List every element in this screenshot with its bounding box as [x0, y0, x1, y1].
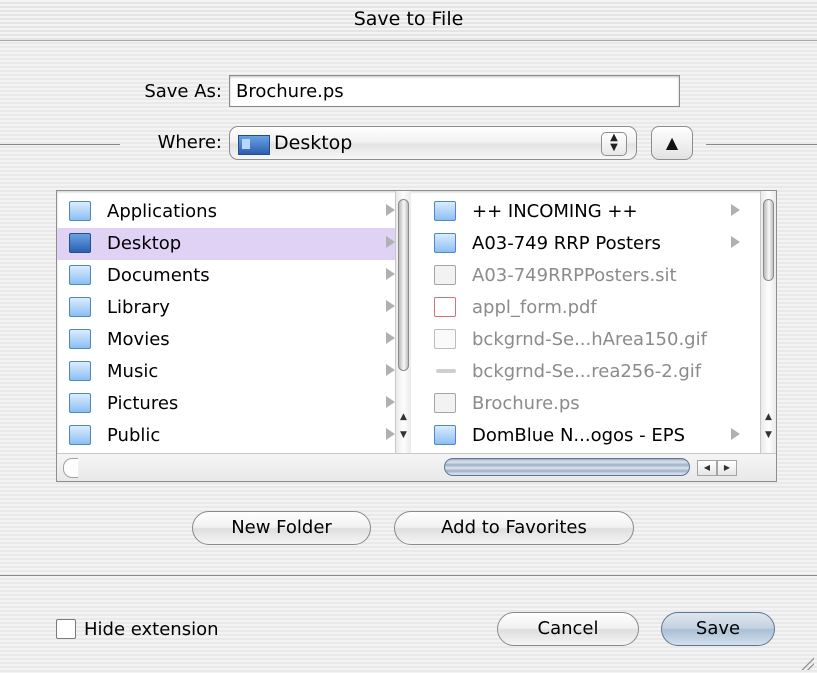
add-to-favorites-button[interactable]: Add to Favorites: [394, 511, 634, 545]
where-value: Desktop: [274, 132, 353, 154]
sidebar-item-label: Music: [107, 361, 159, 382]
file-item-label: A03-749RRPPosters.sit: [472, 265, 677, 286]
scroll-thumb[interactable]: [444, 458, 690, 476]
chevron-right-icon: [731, 428, 740, 440]
file-item[interactable]: DomBlue N...ogos - EPS: [422, 420, 752, 452]
where-popup[interactable]: Desktop ▲ ▼: [229, 126, 637, 160]
archive-file-icon: [434, 265, 456, 285]
sidebar-item-desktop[interactable]: Desktop: [57, 228, 407, 260]
folder-icon: [434, 201, 456, 221]
popup-arrows-icon: ▲ ▼: [601, 132, 627, 156]
resize-grip-icon[interactable]: [800, 656, 814, 670]
save-button[interactable]: Save: [661, 612, 775, 646]
chevron-right-icon: [386, 396, 395, 408]
sidebar-item-applications[interactable]: Applications: [57, 196, 407, 228]
chevron-right-icon: [386, 236, 395, 248]
file-item: appl_form.pdf: [422, 292, 752, 324]
scroll-track-cap: [63, 458, 78, 478]
scroll-up-arrow-icon[interactable]: ▲: [762, 409, 775, 425]
file-item[interactable]: ++ INCOMING ++: [422, 196, 752, 228]
sidebar-item-label: Desktop: [107, 233, 182, 254]
where-label: Where:: [157, 132, 222, 153]
folder-icon: [434, 425, 456, 445]
desktop-icon: [238, 135, 270, 155]
folder-icon: [434, 233, 456, 253]
scroll-left-arrow-icon[interactable]: ◀: [697, 460, 717, 476]
file-item-label: appl_form.pdf: [472, 297, 597, 318]
divider-right: [706, 144, 817, 145]
chevron-right-icon: [386, 268, 395, 280]
save-as-label: Save As:: [144, 81, 222, 102]
chevron-right-icon: [731, 204, 740, 216]
sidebar-item-label: Pictures: [107, 393, 179, 414]
scroll-right-arrow-icon[interactable]: ▶: [717, 460, 737, 476]
hide-extension-label: Hide extension: [84, 619, 219, 640]
public-folder-icon: [69, 425, 91, 445]
sidebar-item-music[interactable]: Music: [57, 356, 407, 388]
applications-folder-icon: [69, 201, 91, 221]
file-item-label: DomBlue N...ogos - EPS: [472, 425, 686, 446]
window-title: Save to File: [353, 8, 464, 30]
file-item-label: A03-749 RRP Posters: [472, 233, 661, 254]
scroll-down-arrow-icon[interactable]: ▼: [397, 427, 410, 443]
scroll-thumb[interactable]: [763, 199, 774, 281]
file-item: A03-749RRPPosters.sit: [422, 260, 752, 292]
sidebar-item-label: Public: [107, 425, 161, 446]
files-scrollbar[interactable]: ▲ ▼: [760, 191, 776, 453]
sidebar-item-library[interactable]: Library: [57, 292, 407, 324]
documents-folder-icon: [69, 265, 91, 285]
sidebar-item-label: Library: [107, 297, 170, 318]
file-item: bckgrnd-Se...rea256-2.gif: [422, 356, 752, 388]
title-bar: Save to File: [0, 0, 817, 41]
file-item: bckgrnd-Se...hArea150.gif: [422, 324, 752, 356]
hide-extension-checkbox[interactable]: [56, 619, 76, 639]
chevron-right-icon: [386, 364, 395, 376]
file-item-label: ++ INCOMING ++: [472, 201, 638, 222]
generic-file-icon: [436, 369, 456, 373]
file-item-label: bckgrnd-Se...hArea150.gif: [472, 329, 707, 350]
pictures-folder-icon: [69, 393, 91, 413]
file-browser[interactable]: Applications Desktop Documents Library M…: [56, 190, 777, 482]
sidebar-item-label: Movies: [107, 329, 170, 350]
desktop-icon: [69, 233, 91, 253]
sidebar-item-label: Documents: [107, 265, 210, 286]
save-as-input[interactable]: Brochure.ps: [229, 75, 680, 107]
chevron-right-icon: [386, 332, 395, 344]
divider-bottom: [0, 575, 817, 576]
new-folder-button[interactable]: New Folder: [192, 511, 371, 545]
file-item-label: Brochure.ps: [472, 393, 580, 414]
chevron-right-icon: [731, 236, 740, 248]
ps-file-icon: [434, 393, 456, 413]
sidebar-scrollbar[interactable]: ▲ ▼: [395, 191, 411, 453]
cancel-button[interactable]: Cancel: [497, 612, 639, 646]
horizontal-scrollbar[interactable]: ◀ ▶: [57, 453, 776, 481]
movies-folder-icon: [69, 329, 91, 349]
music-folder-icon: [69, 361, 91, 381]
chevron-right-icon: [386, 300, 395, 312]
sidebar-item-public[interactable]: Public: [57, 420, 407, 452]
collapse-button[interactable]: ▲: [651, 126, 693, 160]
chevron-right-icon: [386, 428, 395, 440]
sidebar-item-movies[interactable]: Movies: [57, 324, 407, 356]
sidebar-item-pictures[interactable]: Pictures: [57, 388, 407, 420]
scroll-thumb[interactable]: [398, 199, 409, 371]
triangle-up-icon: ▲: [665, 133, 679, 152]
sidebar-item-documents[interactable]: Documents: [57, 260, 407, 292]
chevron-right-icon: [386, 204, 395, 216]
divider-left: [0, 144, 120, 145]
gif-file-icon: [434, 329, 456, 349]
sidebar-item-label: Applications: [107, 201, 217, 222]
library-folder-icon: [69, 297, 91, 317]
scroll-down-arrow-icon[interactable]: ▼: [762, 427, 775, 443]
scroll-up-arrow-icon[interactable]: ▲: [397, 409, 410, 425]
pdf-file-icon: [434, 297, 456, 317]
file-item-label: bckgrnd-Se...rea256-2.gif: [472, 361, 702, 382]
files-column: ++ INCOMING ++ A03-749 RRP Posters A03-7…: [422, 191, 752, 453]
file-item[interactable]: A03-749 RRP Posters: [422, 228, 752, 260]
sidebar-column: Applications Desktop Documents Library M…: [57, 191, 407, 453]
file-item: Brochure.ps: [422, 388, 752, 420]
